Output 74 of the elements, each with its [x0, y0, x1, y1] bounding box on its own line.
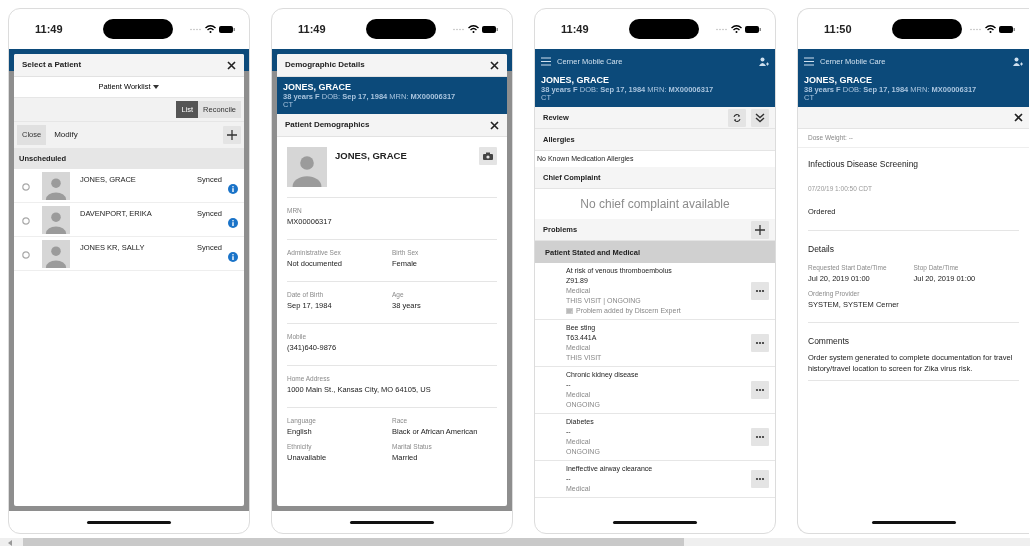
radio-icon[interactable] [22, 182, 30, 191]
wifi-icon [731, 25, 742, 33]
camera-button[interactable] [479, 147, 497, 165]
section-title: Patient Demographics [285, 119, 370, 131]
empty-message: No chief complaint available [580, 196, 730, 214]
more-button[interactable] [751, 428, 769, 447]
collapse-all-button[interactable] [751, 108, 769, 127]
double-chevron-down-icon[interactable] [755, 112, 765, 123]
caret-down-icon [153, 85, 160, 89]
refresh-icon[interactable] [732, 112, 742, 123]
dialog-title: Demographic Details [285, 59, 365, 71]
wifi-icon [468, 25, 479, 33]
ellipsis-icon[interactable] [755, 341, 765, 346]
signal-icon [716, 27, 728, 31]
close-button[interactable] [1014, 113, 1023, 123]
menu-button[interactable] [541, 57, 551, 67]
ellipsis-icon[interactable] [755, 289, 765, 294]
camera-pill [366, 19, 436, 39]
plus-icon[interactable] [227, 129, 237, 140]
section-title: Comments [808, 334, 851, 348]
modify-button[interactable]: Modify [54, 128, 78, 141]
menu-button[interactable] [804, 57, 814, 67]
refresh-button[interactable] [728, 108, 746, 127]
camera-pill [629, 19, 699, 39]
signal-icon [453, 27, 465, 31]
plus-icon[interactable] [755, 224, 765, 235]
signal-icon [190, 27, 202, 31]
ellipsis-icon[interactable] [755, 477, 765, 482]
more-button[interactable] [751, 334, 769, 353]
radio-icon[interactable] [22, 250, 30, 259]
close-button[interactable] [490, 120, 499, 130]
info-icon[interactable] [228, 251, 238, 262]
more-button[interactable] [751, 470, 769, 489]
avatar-placeholder [287, 147, 327, 187]
avatar-placeholder [42, 239, 70, 268]
patient-name: JONES, GRACE [335, 149, 408, 163]
wifi-icon [985, 25, 996, 33]
avatar-placeholder [42, 171, 70, 200]
dialog-title: Select a Patient [22, 59, 82, 71]
patient-switch-button[interactable] [759, 57, 769, 67]
battery-icon [999, 25, 1015, 33]
info-icon[interactable] [228, 217, 238, 228]
more-button[interactable] [751, 282, 769, 301]
camera-pill [103, 19, 173, 39]
wifi-icon [205, 25, 216, 33]
add-button[interactable] [751, 220, 769, 239]
camera-pill [892, 19, 962, 39]
status-time: 11:49 [298, 21, 327, 37]
avatar-placeholder [42, 205, 70, 234]
info-icon[interactable] [228, 183, 238, 194]
camera-icon[interactable] [483, 152, 493, 160]
more-button[interactable] [751, 381, 769, 400]
battery-icon [745, 25, 761, 33]
close-button[interactable] [227, 60, 236, 70]
patient-switch-button[interactable] [1013, 57, 1023, 67]
scrollbar-thumb[interactable] [23, 538, 684, 546]
status-time: 11:50 [824, 21, 853, 37]
horizontal-scrollbar[interactable] [0, 538, 1030, 546]
patient-name: JONES, GRACE [283, 82, 352, 92]
close-button[interactable] [490, 60, 499, 70]
note-icon [566, 308, 573, 315]
status-time: 11:49 [35, 21, 64, 37]
battery-icon [482, 25, 498, 33]
signal-icon [970, 27, 982, 31]
ellipsis-icon[interactable] [755, 435, 765, 440]
radio-icon[interactable] [22, 216, 30, 225]
patient-name: JONES, GRACE [541, 75, 610, 86]
add-button[interactable] [223, 125, 241, 144]
ellipsis-icon[interactable] [755, 388, 765, 393]
patient-name: JONES, GRACE [804, 75, 873, 86]
order-name: Infectious Disease Screening [808, 158, 920, 171]
battery-icon [219, 25, 235, 33]
section-title: Details [808, 242, 835, 256]
status-time: 11:49 [561, 21, 590, 37]
